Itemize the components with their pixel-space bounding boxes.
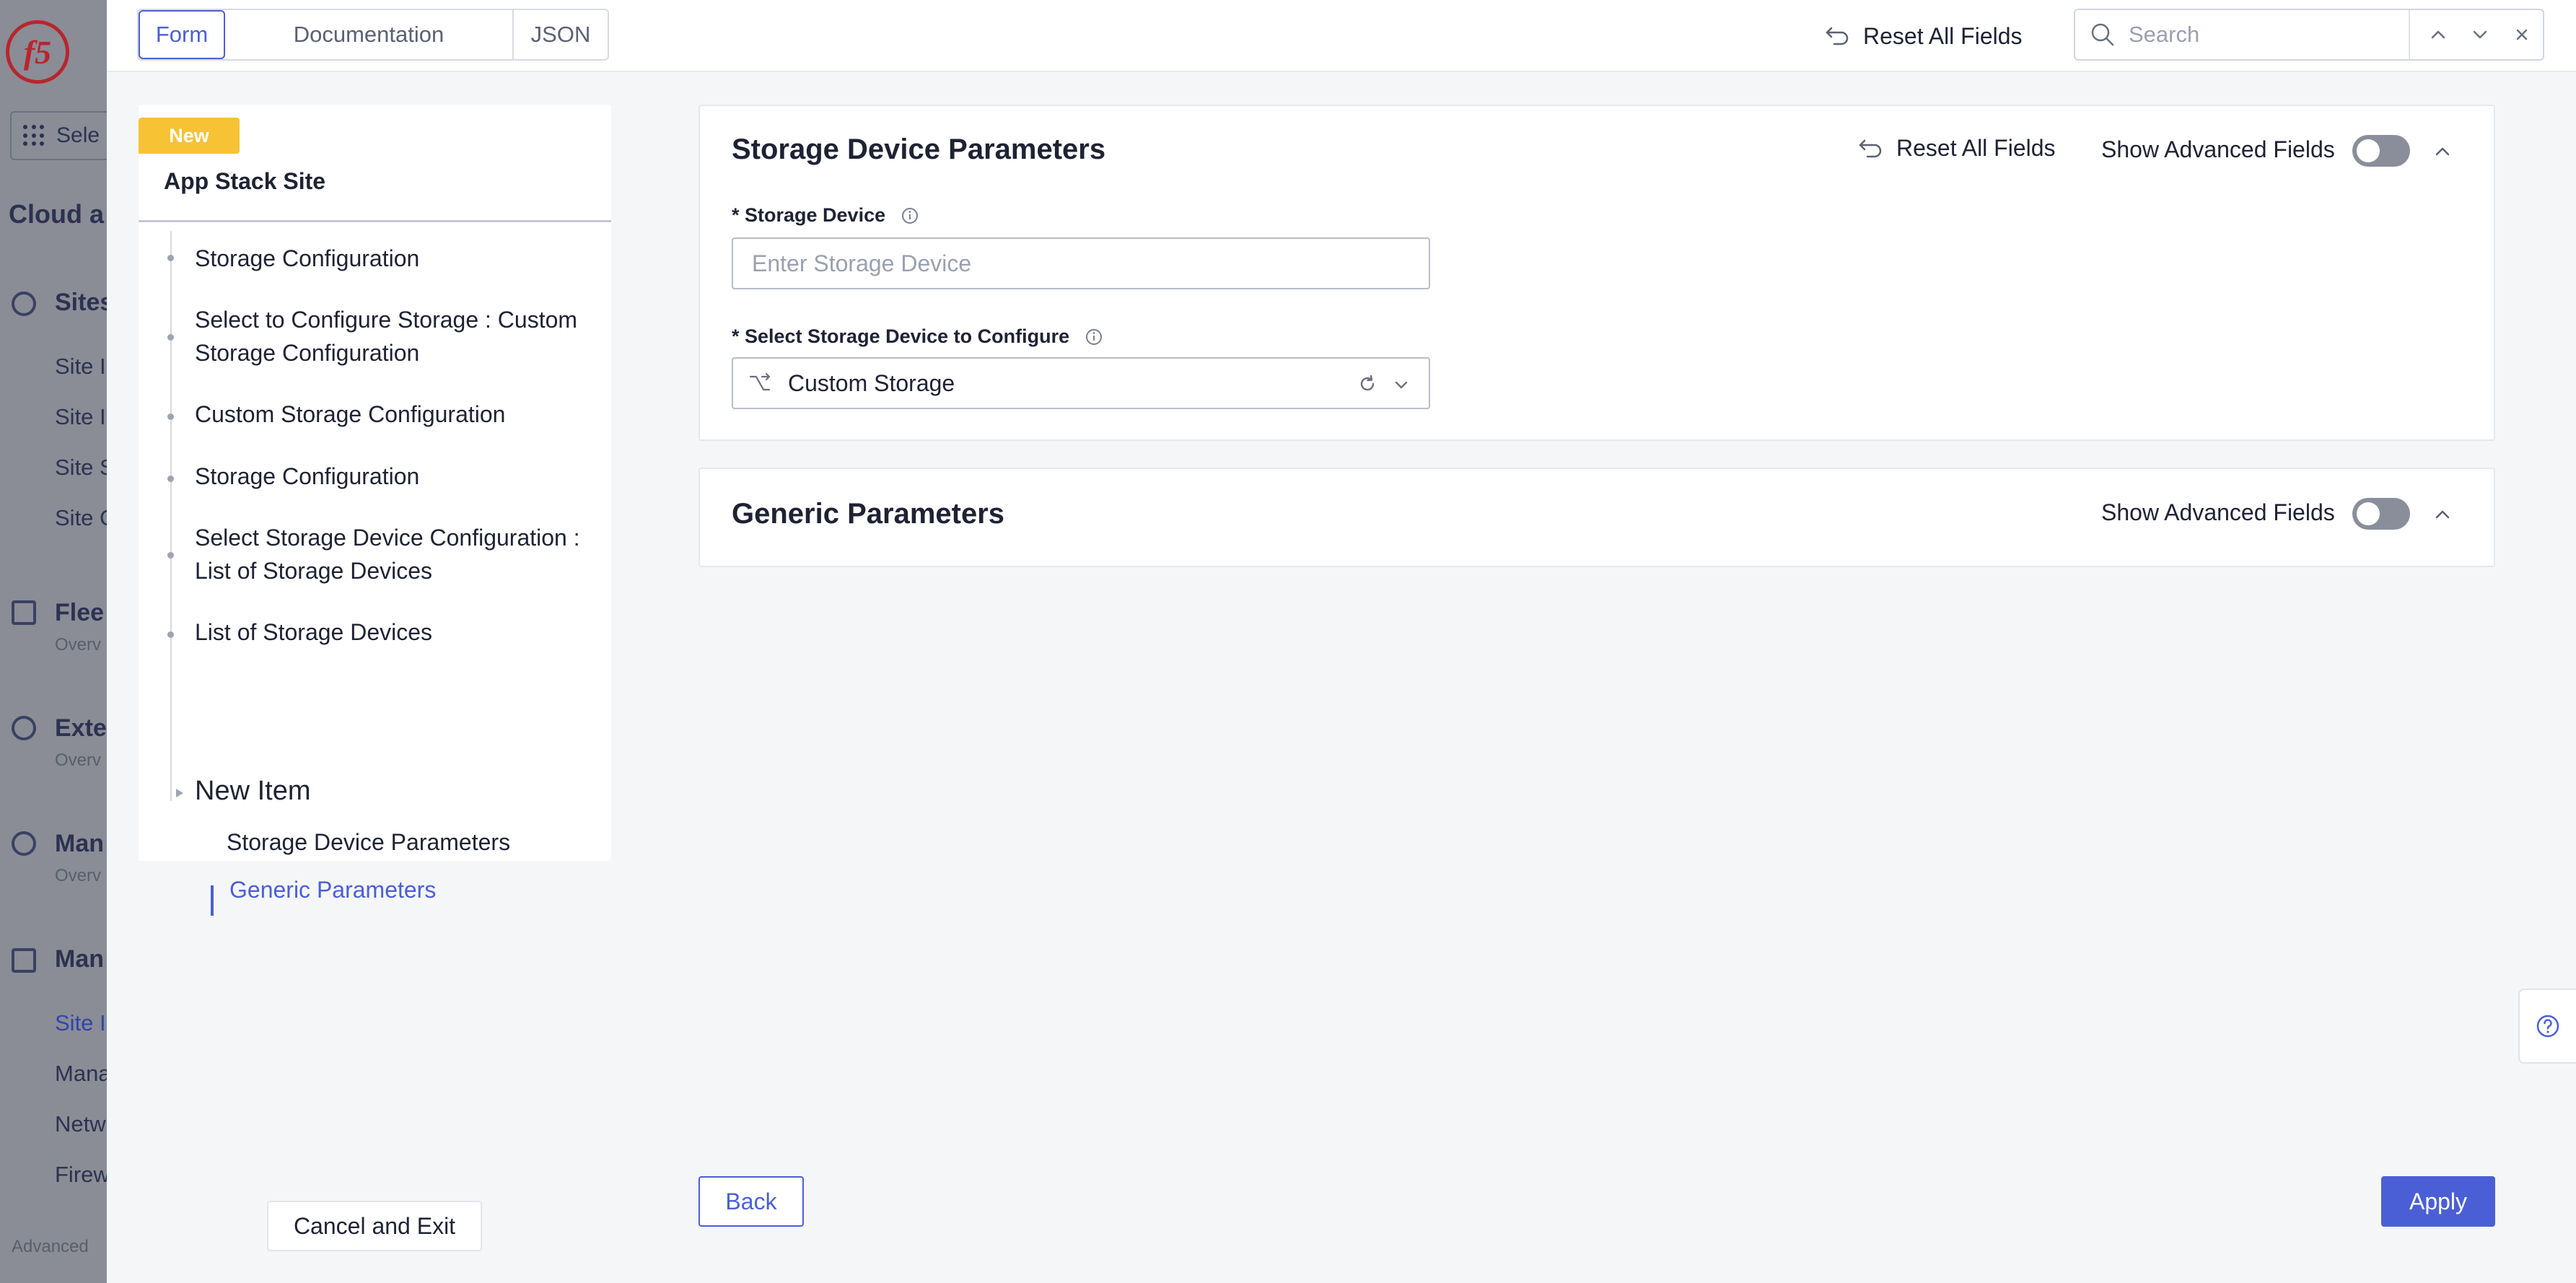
chevron-down-icon[interactable]	[1391, 375, 1411, 395]
sidebar-group-man: Man	[55, 945, 104, 973]
info-icon[interactable]	[1084, 327, 1104, 347]
search-icon	[2091, 23, 2114, 46]
undo-icon	[1826, 27, 1849, 45]
help-button[interactable]	[2518, 989, 2576, 1064]
sidebar-group-exte: Exte	[55, 714, 107, 742]
search-box	[2074, 9, 2544, 61]
search-navigation	[2409, 10, 2543, 59]
select-value: Custom Storage	[788, 369, 955, 396]
app-grid-icon	[23, 125, 45, 146]
sidebar-group-sites: Sites	[55, 289, 107, 316]
sidebar-item: Site I	[55, 1010, 106, 1035]
tab-documentation[interactable]: Documentation	[225, 10, 514, 59]
f5-logo: f5	[6, 20, 69, 84]
tree-connector	[170, 231, 172, 801]
sidebar-group-sub: Overv	[55, 750, 102, 770]
tab-form[interactable]: Form	[139, 10, 225, 59]
tree-title[interactable]: App Stack Site	[164, 168, 325, 195]
sidebar-group-sub: Overv	[55, 866, 102, 885]
collapse-chevron-icon[interactable]	[2432, 504, 2453, 525]
sidebar-group-sub: Overv	[55, 635, 102, 654]
chevron-up-icon	[2431, 30, 2445, 39]
wrench-icon	[12, 948, 36, 973]
sidebar-item: Mana	[55, 1061, 107, 1086]
fleet-icon	[12, 600, 36, 625]
sidebar-item: Site I	[55, 354, 106, 379]
view-tabs: Form Documentation JSON	[137, 9, 609, 61]
close-icon	[2516, 29, 2528, 40]
active-indicator	[211, 885, 214, 916]
reset-all-fields-button[interactable]: Reset All Fields	[1824, 16, 2023, 56]
show-advanced-toggle[interactable]	[2352, 135, 2410, 167]
select-storage-device-label-text: * Select Storage Device to Configure	[732, 325, 1070, 347]
sidebar-advanced: Advanced	[12, 1237, 89, 1256]
tree-item-new-item[interactable]: New Item	[195, 776, 310, 807]
generic-parameters-card: Generic Parameters Show Advanced Fields	[698, 468, 2495, 567]
tree-item-list-of-storage-devices[interactable]: List of Storage Devices	[195, 616, 599, 649]
tree-item-select-configure-storage[interactable]: Select to Configure Storage : Custom Sto…	[195, 303, 599, 369]
workspace-selector-label: Sele	[56, 123, 100, 147]
sidebar-section-heading: Cloud a	[9, 199, 104, 229]
tree-sub-generic-parameters[interactable]: Generic Parameters	[229, 877, 436, 903]
select-storage-device-label: * Select Storage Device to Configure	[732, 325, 1104, 348]
sidebar-item: Site S	[55, 455, 107, 480]
new-badge: New	[139, 118, 240, 154]
refresh-icon[interactable]	[1357, 373, 1378, 395]
show-advanced-label: Show Advanced Fields	[2101, 136, 2335, 162]
search-previous-button[interactable]	[2417, 13, 2459, 56]
external-icon	[12, 716, 36, 740]
tree-item-storage-configuration[interactable]: Storage Configuration	[195, 242, 599, 275]
sidebar-group-fleet: Flee	[55, 599, 105, 626]
undo-icon	[1859, 139, 1882, 157]
storage-device-input[interactable]	[732, 237, 1430, 289]
info-icon[interactable]	[900, 206, 920, 226]
globe-icon	[12, 292, 36, 316]
card-reset-label: Reset All Fields	[1896, 135, 2056, 161]
apply-button[interactable]: Apply	[2381, 1176, 2495, 1227]
tree-sub-storage-device-parameters[interactable]: Storage Device Parameters	[227, 829, 510, 856]
tree-bullet	[167, 552, 174, 559]
tree-bullet	[167, 413, 174, 420]
card-reset-fields-button[interactable]: Reset All Fields	[1857, 135, 2056, 162]
tree-item-storage-configuration-2[interactable]: Storage Configuration	[195, 460, 599, 493]
storage-device-type-select[interactable]: Custom Storage	[732, 357, 1430, 409]
sidebar-item: Firew	[55, 1162, 107, 1187]
sidebar-item: Site I	[55, 404, 106, 429]
tree-bullet	[167, 631, 174, 638]
card-title: Storage Device Parameters	[732, 133, 1106, 165]
tree-bullet	[167, 255, 174, 261]
tree-bullet	[167, 334, 174, 341]
search-clear-button[interactable]	[2501, 13, 2543, 56]
storage-device-parameters-card: Storage Device Parameters Reset All Fiel…	[698, 105, 2495, 441]
tree-divider	[139, 220, 611, 222]
show-advanced-label: Show Advanced Fields	[2101, 499, 2335, 525]
branch-choice-icon	[749, 372, 771, 391]
cancel-and-exit-button[interactable]: Cancel and Exit	[267, 1201, 482, 1251]
show-advanced-toggle[interactable]	[2352, 498, 2410, 530]
top-toolbar: Form Documentation JSON Reset All Fields	[107, 0, 2576, 72]
storage-device-label: * Storage Device	[732, 204, 920, 227]
storage-device-label-text: * Storage Device	[732, 204, 886, 226]
card-title: Generic Parameters	[732, 498, 1005, 530]
back-button[interactable]: Back	[698, 1176, 804, 1227]
gear-icon	[12, 831, 36, 856]
collapse-chevron-icon[interactable]	[2432, 141, 2453, 162]
tree-item-custom-storage-configuration[interactable]: Custom Storage Configuration	[195, 398, 599, 431]
tab-json[interactable]: JSON	[514, 10, 608, 59]
reset-all-fields-label: Reset All Fields	[1863, 22, 2023, 49]
tree-bullet	[167, 476, 174, 482]
tree-item-select-storage-device-configuration[interactable]: Select Storage Device Configuration : Li…	[195, 521, 599, 587]
workspace-selector: Sele	[10, 111, 107, 160]
sidebar-item: Netw	[55, 1111, 106, 1137]
form-navigation-tree: New App Stack Site Storage Configuration…	[139, 105, 611, 916]
chevron-down-icon	[2473, 30, 2487, 39]
search-input[interactable]	[2127, 21, 2401, 48]
caret-right-icon	[176, 789, 183, 797]
search-next-button[interactable]	[2459, 13, 2501, 56]
background-sidebar: f5 Sele Cloud a Sites Site I Site I Site…	[0, 0, 107, 1283]
help-icon	[2536, 1015, 2559, 1038]
sidebar-item: Site C	[55, 505, 107, 530]
sidebar-group-man: Man	[55, 830, 104, 857]
